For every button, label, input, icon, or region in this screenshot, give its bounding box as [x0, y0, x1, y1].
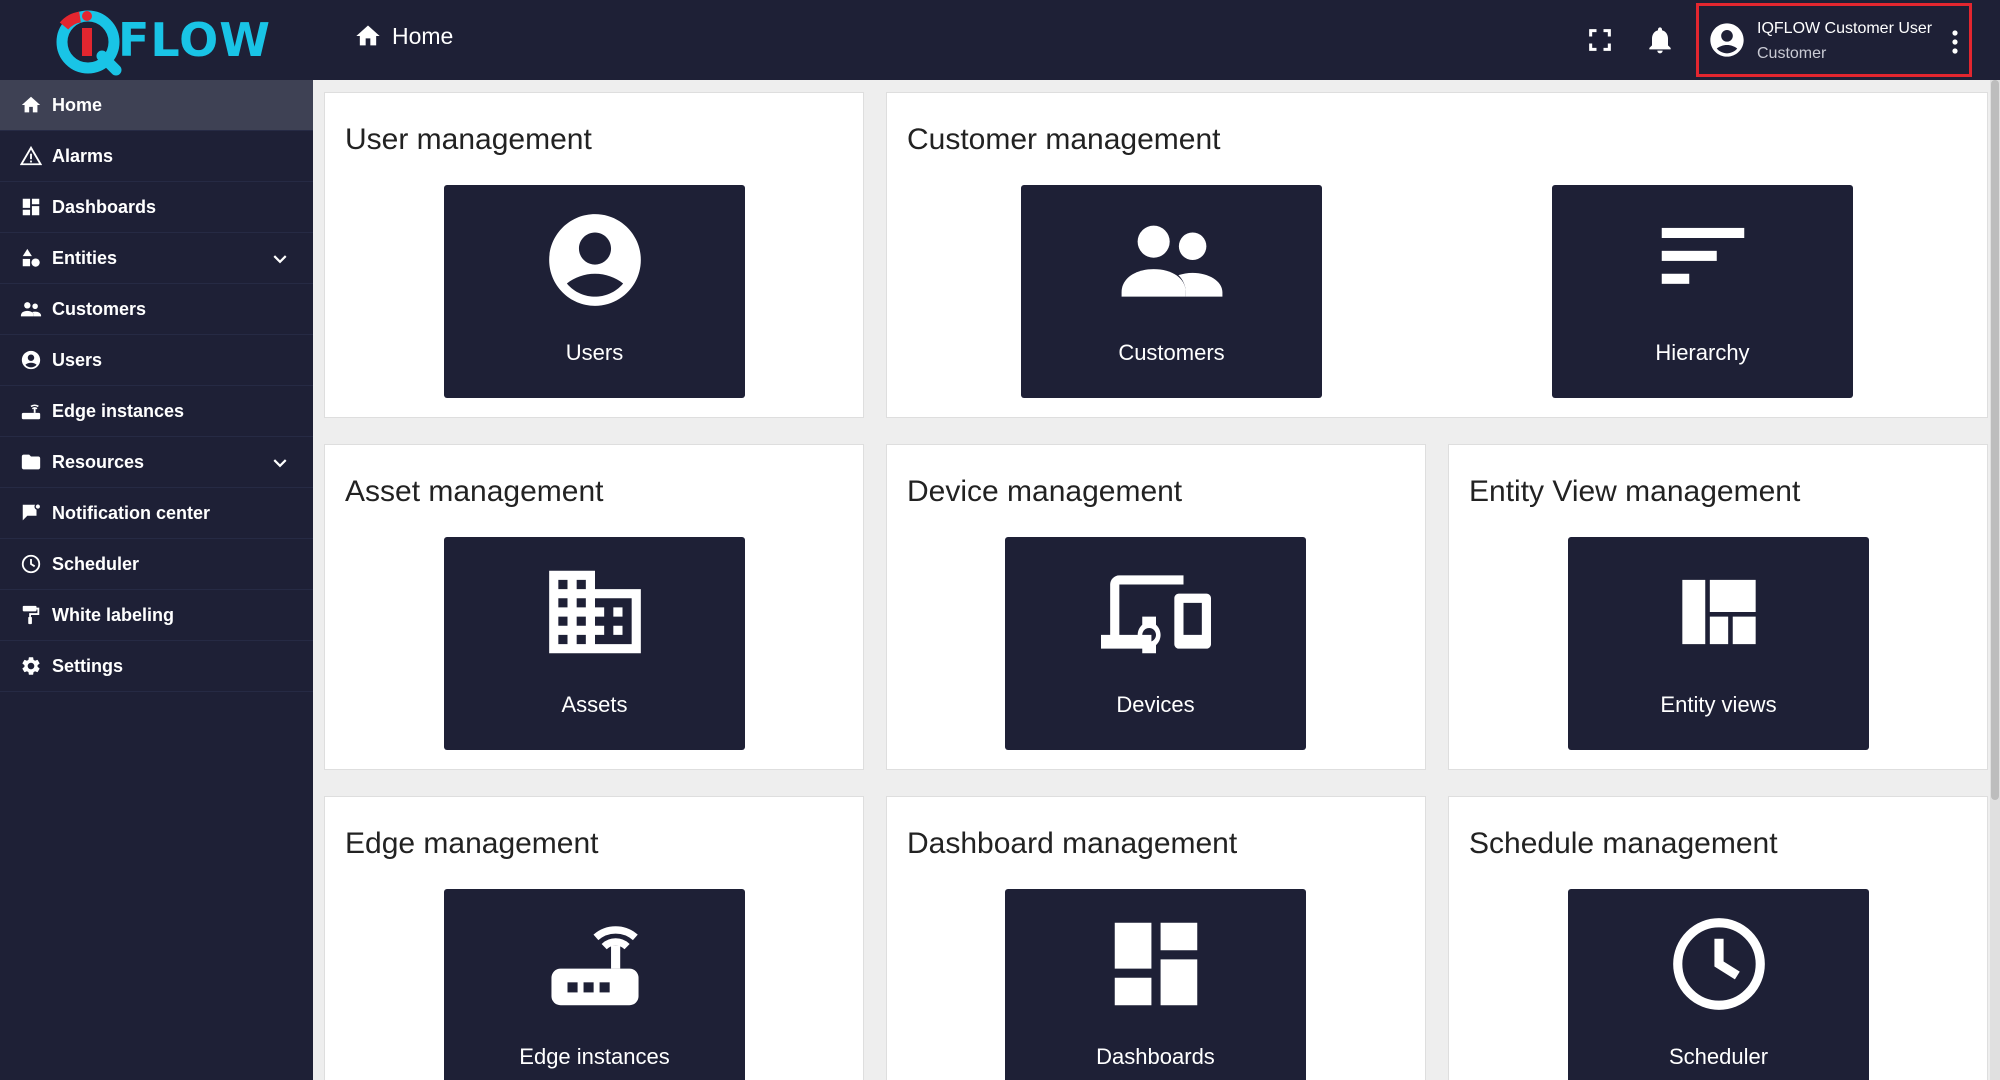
sidebar-item-label: Settings	[52, 655, 124, 676]
sidebar-item-label: Resources	[52, 451, 145, 472]
notification-bell-icon[interactable]	[1644, 24, 1676, 56]
sidebar-item-label: Alarms	[52, 145, 114, 166]
hierarchy-icon	[1661, 227, 1744, 284]
tile-assets[interactable]: Assets	[444, 537, 745, 750]
home-icon	[356, 25, 380, 46]
sidebar-item-label: Home	[52, 94, 103, 115]
sidebar-item-label: Dashboards	[52, 196, 157, 217]
card-title: Schedule management	[1469, 827, 1778, 860]
card-title: User management	[345, 123, 592, 156]
sidebar-item-alarms[interactable]: Alarms	[0, 131, 313, 182]
notification-icon	[22, 503, 42, 521]
sidebar-item-label: Scheduler	[52, 553, 140, 574]
sidebar-item-label: Users	[52, 349, 103, 370]
sidebar-item-scheduler[interactable]: Scheduler	[0, 539, 313, 590]
card-dashboard-management: Dashboard management Dashboards	[886, 796, 1426, 1080]
dashboard-icon	[1114, 922, 1197, 1006]
card-title: Customer management	[907, 123, 1221, 156]
card-device-management: Device management Devices	[886, 444, 1426, 770]
user-name: IQFLOW Customer User	[1757, 20, 1933, 37]
card-title: Device management	[907, 475, 1183, 508]
user-menu[interactable]: IQFLOW Customer User Customer	[1696, 3, 1972, 77]
dashboard-icon	[22, 198, 40, 216]
sidebar-item-users[interactable]: Users	[0, 335, 313, 386]
tile-label: Assets	[561, 692, 628, 717]
card-schedule-management: Schedule management Scheduler	[1448, 796, 1988, 1080]
breadcrumb: Home	[354, 22, 453, 50]
tile-label: Hierarchy	[1655, 340, 1750, 365]
people-icon	[20, 302, 42, 317]
tile-users[interactable]: Users	[444, 185, 745, 398]
sidebar: Home Alarms Dashboards Entities Customer…	[0, 80, 313, 1080]
card-title: Asset management	[345, 475, 604, 508]
router-icon	[550, 926, 639, 1006]
user-role: Customer	[1757, 45, 1827, 62]
sidebar-item-resources[interactable]: Resources	[0, 437, 313, 488]
clock-icon	[1672, 918, 1765, 1010]
sidebar-item-customers[interactable]: Customers	[0, 284, 313, 335]
card-user-management: User management Users	[324, 92, 864, 418]
breadcrumb-label: Home	[392, 22, 454, 49]
tile-label: Entity views	[1660, 692, 1777, 717]
shapes-icon	[22, 248, 40, 267]
card-title: Dashboard management	[907, 827, 1238, 860]
tile-devices[interactable]: Devices	[1005, 537, 1306, 750]
router-icon	[21, 404, 41, 420]
sidebar-item-label: Notification center	[52, 502, 211, 523]
sidebar-item-label: Edge instances	[52, 400, 185, 421]
devices-icon	[1100, 575, 1211, 654]
tile-label: Users	[565, 340, 624, 365]
sidebar-item-settings[interactable]: Settings	[0, 641, 313, 692]
card-title: Edge management	[345, 827, 599, 860]
sidebar-item-notification-center[interactable]: Notification center	[0, 488, 313, 539]
sidebar-item-label: Customers	[52, 298, 147, 319]
sidebar-item-label: White labeling	[52, 604, 175, 625]
clock-icon	[21, 554, 41, 574]
home-icon	[21, 96, 41, 113]
sidebar-item-edge-instances[interactable]: Edge instances	[0, 386, 313, 437]
card-customer-management: Customer management Customers Hierarchy	[886, 92, 1988, 418]
sidebar-item-entities[interactable]: Entities	[0, 233, 313, 284]
app-logo[interactable]: FLOW	[50, 4, 271, 76]
tile-label: Customers	[1118, 340, 1225, 365]
card-title: Entity View management	[1469, 475, 1801, 508]
people-icon	[1121, 225, 1222, 297]
tile-hierarchy[interactable]: Hierarchy	[1552, 185, 1853, 398]
top-bar: FLOW Home IQFLOW Customer User Customer	[0, 0, 2000, 80]
fullscreen-icon[interactable]	[1586, 26, 1614, 54]
tile-dashboards[interactable]: Dashboards	[1005, 889, 1306, 1080]
logo-text: FLOW	[118, 13, 271, 67]
tile-entity-views[interactable]: Entity views	[1568, 537, 1869, 750]
folder-icon	[21, 454, 41, 470]
paint-roller-icon	[22, 605, 40, 625]
sidebar-item-dashboards[interactable]: Dashboards	[0, 182, 313, 233]
tile-label: Devices	[1116, 692, 1195, 717]
tile-label: Edge instances	[519, 1044, 670, 1069]
card-entity-view-management: Entity View management Entity views	[1448, 444, 1988, 770]
chevron-down-icon[interactable]	[267, 450, 293, 476]
scrollbar-thumb[interactable]	[1991, 80, 1999, 800]
card-edge-management: Edge management Edge instances	[324, 796, 864, 1080]
building-icon	[548, 570, 641, 654]
tile-label: Scheduler	[1668, 1044, 1769, 1069]
logo-q-icon	[56, 10, 122, 76]
card-asset-management: Asset management Assets	[324, 444, 864, 770]
more-vert-icon[interactable]	[1949, 28, 1961, 56]
warning-icon	[20, 145, 42, 166]
tile-label: Dashboards	[1096, 1044, 1215, 1069]
account-circle-icon	[21, 350, 41, 370]
account-circle-icon	[1710, 23, 1744, 57]
view-quilt-icon	[1681, 579, 1756, 645]
tile-scheduler[interactable]: Scheduler	[1568, 889, 1869, 1080]
sidebar-item-white-labeling[interactable]: White labeling	[0, 590, 313, 641]
gear-icon	[22, 657, 40, 675]
tile-customers[interactable]: Customers	[1021, 185, 1322, 398]
tile-edge-instances[interactable]: Edge instances	[444, 889, 745, 1080]
sidebar-item-label: Entities	[52, 247, 118, 268]
account-circle-icon	[548, 214, 641, 306]
sidebar-item-home[interactable]: Home	[0, 80, 313, 131]
chevron-down-icon[interactable]	[267, 246, 293, 272]
